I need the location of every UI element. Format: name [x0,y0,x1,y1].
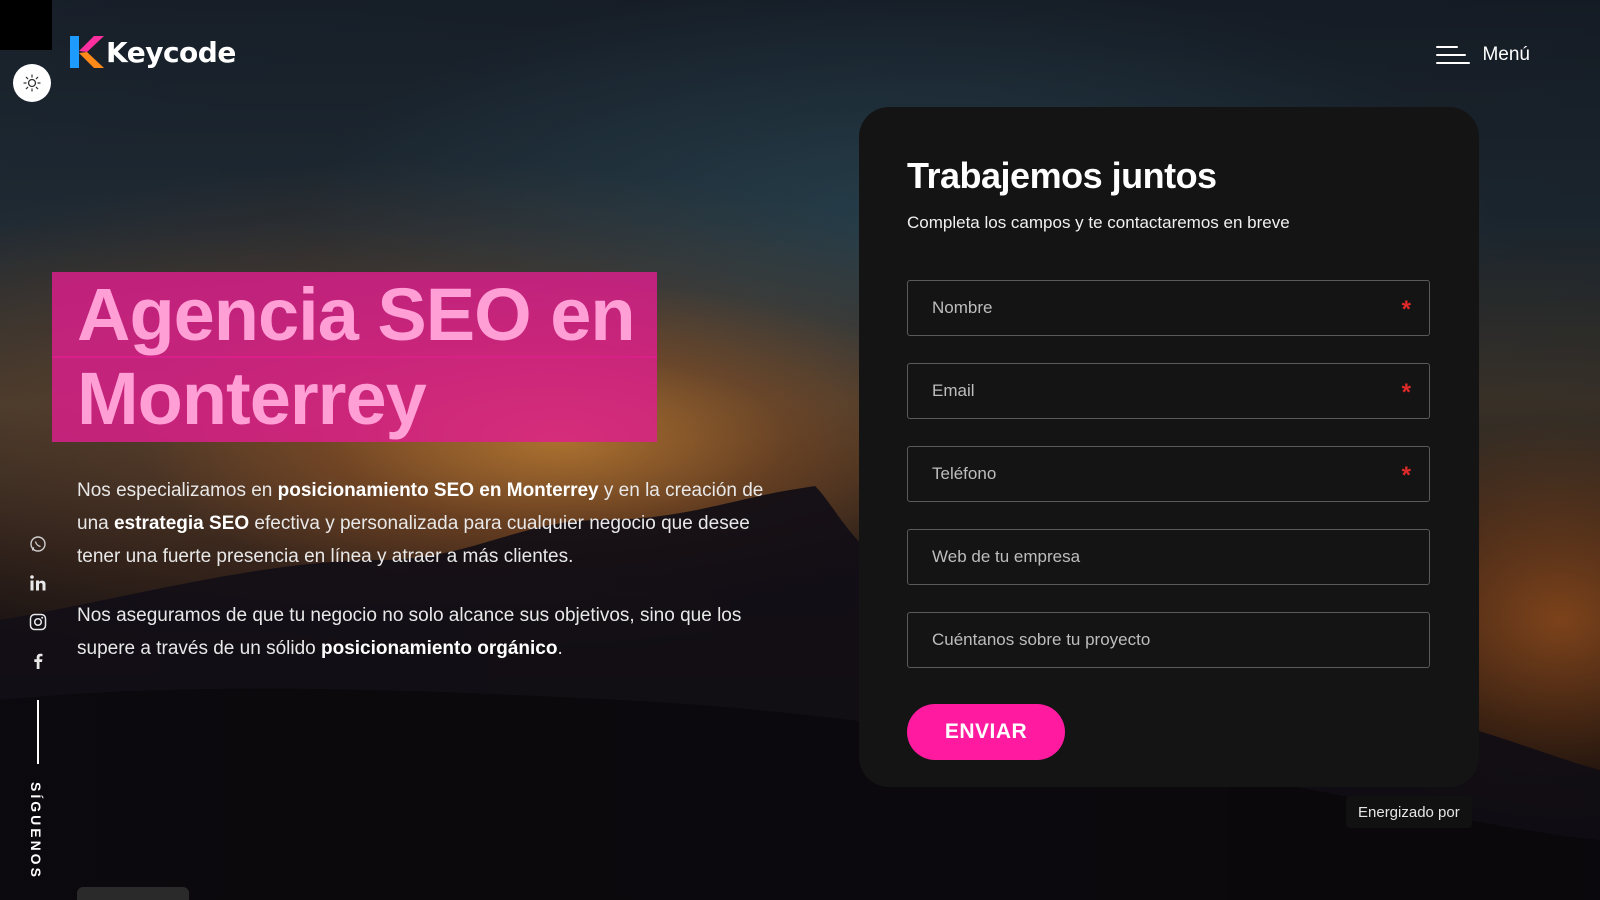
corner-block [0,0,52,50]
name-field[interactable] [908,281,1429,335]
theme-toggle-button[interactable] [13,64,51,102]
email-field[interactable] [908,364,1429,418]
hero-title-line1: Agencia SEO en [52,272,657,358]
sun-icon [23,74,41,92]
text: . [557,638,563,659]
form-title: Trabajemos juntos [907,155,1217,196]
project-field[interactable] [908,613,1429,667]
powered-by-badge[interactable]: Energizado por [1346,796,1472,828]
follow-label: SÍGUENOS [28,782,44,880]
hamburger-icon [1436,44,1471,66]
phone-field-wrapper: * [907,446,1430,502]
website-field-wrapper [907,529,1430,585]
required-asterisk: * [1401,462,1411,489]
keyword-seo-monterrey: posicionamiento SEO en Monterrey [277,480,599,501]
menu-label: Menú [1482,44,1530,65]
hero-paragraph-1: Nos especializamos en posicionamiento SE… [77,474,797,573]
menu-button[interactable]: Menú [1436,44,1530,66]
form-subtitle: Completa los campos y te contactaremos e… [907,213,1290,232]
divider [37,700,39,764]
hero-title-line2: Monterrey [52,356,657,442]
hero-description: Nos especializamos en posicionamiento SE… [77,474,797,691]
keycode-logo-icon [70,36,104,68]
website-field[interactable] [908,530,1429,584]
linkedin-icon[interactable] [28,573,48,593]
form-fields: * * * [907,280,1431,668]
whatsapp-icon[interactable] [28,534,48,554]
bottom-tab[interactable] [77,887,189,900]
logo-text: Keycode [106,35,236,69]
social-links [26,534,50,671]
name-field-wrapper: * [907,280,1430,336]
instagram-icon[interactable] [28,612,48,632]
required-asterisk: * [1401,379,1411,406]
phone-field[interactable] [908,447,1429,501]
hero-title: Agencia SEO en Monterrey [52,272,657,442]
logo[interactable]: Keycode [68,34,236,70]
contact-form: Trabajemos juntos Completa los campos y … [859,107,1479,787]
project-field-wrapper [907,612,1430,668]
text: Nos especializamos en [77,480,278,501]
email-field-wrapper: * [907,363,1430,419]
submit-button[interactable]: ENVIAR [907,704,1065,760]
hero-paragraph-2: Nos aseguramos de que tu negocio no solo… [77,599,797,665]
required-asterisk: * [1401,296,1411,323]
keyword-estrategia-seo: estrategia SEO [113,513,250,534]
keyword-posicionamiento-organico: posicionamiento orgánico [321,638,558,659]
facebook-icon[interactable] [28,651,48,671]
